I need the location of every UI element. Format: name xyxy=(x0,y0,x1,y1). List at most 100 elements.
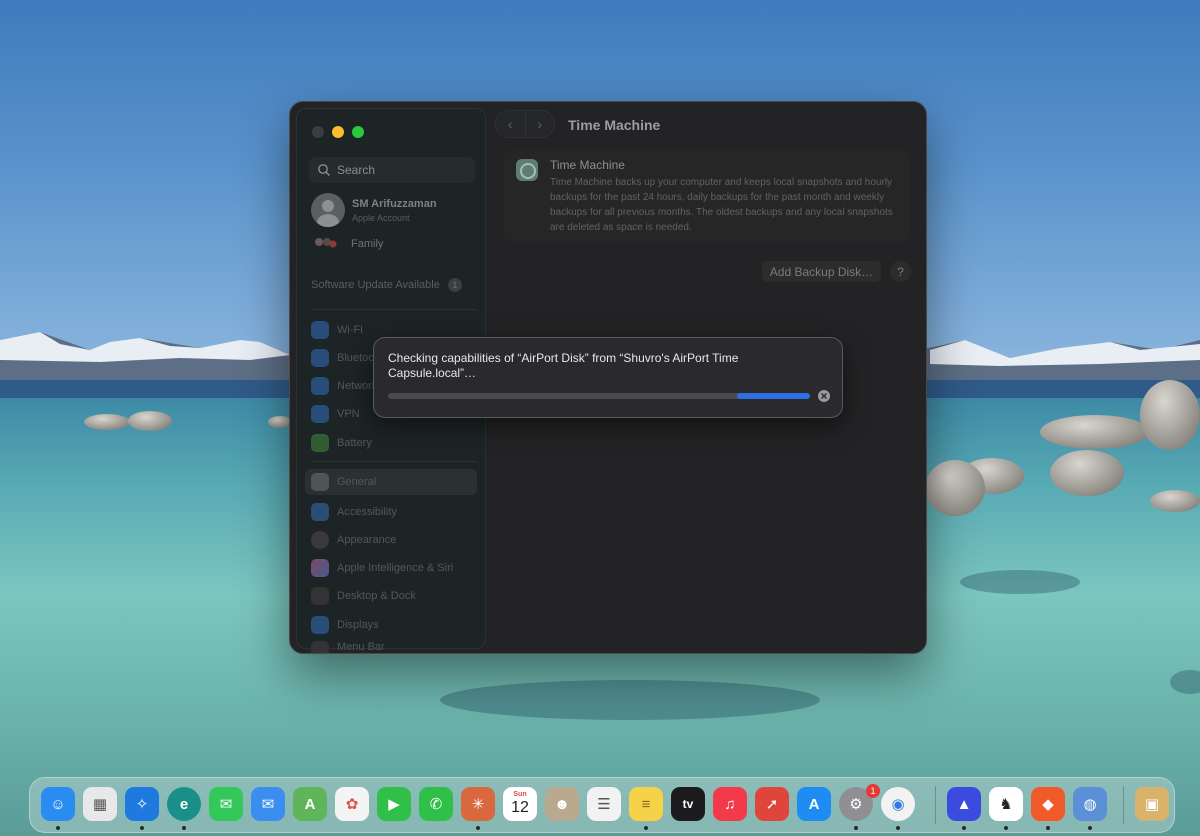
rock xyxy=(1150,490,1200,512)
sidebar-item-accessibility[interactable]: Accessibility xyxy=(311,501,481,523)
maps-icon[interactable]: A xyxy=(293,787,327,821)
tv-label: tv xyxy=(682,797,694,811)
card-title: Time Machine xyxy=(550,158,625,172)
search-input[interactable]: Search xyxy=(309,157,475,183)
sidebar-item-label: Accessibility xyxy=(337,506,397,518)
ollama-icon[interactable]: ♞ xyxy=(989,787,1023,821)
photos-icon[interactable]: ✿ xyxy=(335,787,369,821)
zoom-window-button[interactable] xyxy=(352,126,364,138)
apple-tv-icon[interactable]: tv xyxy=(671,787,705,821)
accessibility-icon xyxy=(311,503,329,521)
facetime-icon[interactable]: ▶ xyxy=(377,787,411,821)
family-label: Family xyxy=(351,238,384,250)
sidebar-item-label: Wi-Fi xyxy=(337,324,363,336)
messages-icon[interactable]: ✉ xyxy=(209,787,243,821)
network-icon xyxy=(311,377,329,395)
wifi-icon xyxy=(311,321,329,339)
running-indicator xyxy=(854,826,858,830)
sidebar-item-label: Battery xyxy=(337,437,372,449)
sidebar-item-label: Apple Intelligence & Siri xyxy=(337,562,454,574)
add-backup-disk-button[interactable]: Add Backup Disk… xyxy=(762,261,881,282)
divider xyxy=(311,309,477,310)
cancel-icon[interactable] xyxy=(818,390,830,402)
update-count-badge: 1 xyxy=(447,278,462,292)
running-indicator xyxy=(56,826,60,830)
sidebar-item-label: Displays xyxy=(337,619,379,631)
running-indicator xyxy=(1004,826,1008,830)
software-update-item[interactable]: Software Update Available 1 xyxy=(311,278,462,292)
progress-dialog: Checking capabilities of “AirPort Disk” … xyxy=(373,337,843,418)
chrome-icon[interactable]: ◉ xyxy=(881,787,915,821)
running-indicator xyxy=(182,826,186,830)
notes-icon[interactable]: ≡ xyxy=(629,787,663,821)
contacts-icon[interactable]: ☻ xyxy=(545,787,579,821)
sidebar-item-apple-intelligence[interactable]: Apple Intelligence & Siri xyxy=(311,557,481,579)
mail-icon[interactable]: ✉ xyxy=(251,787,285,821)
page-title: Time Machine xyxy=(568,117,661,133)
safari-icon[interactable]: ✧ xyxy=(125,787,159,821)
progress-bar xyxy=(388,393,810,399)
account-name: SM Arifuzzaman xyxy=(352,197,437,210)
appearance-icon xyxy=(311,531,329,549)
gear-icon xyxy=(311,473,329,491)
sidebar-item-appearance[interactable]: Appearance xyxy=(311,529,481,551)
display-icon xyxy=(311,616,329,634)
sidebar-item-battery[interactable]: Battery xyxy=(311,432,481,454)
running-indicator xyxy=(1088,826,1092,830)
bluetooth-icon xyxy=(311,349,329,367)
sidebar-item-general[interactable]: General xyxy=(305,469,477,495)
dock: ☺ ▦ ✧ e ✉ ✉ A ✿ ▶ ✆ ✳ Sun 12 ☻ ☰ ≡ tv ♫ … xyxy=(29,777,1175,833)
underwater-rock xyxy=(960,570,1080,594)
rocket-icon[interactable]: ➚ xyxy=(755,787,789,821)
edge-icon[interactable]: e xyxy=(167,787,201,821)
notification-badge: 1 xyxy=(866,784,880,798)
archive-icon[interactable]: ▣ xyxy=(1135,787,1169,821)
running-indicator xyxy=(896,826,900,830)
back-button[interactable]: ‹ xyxy=(496,111,526,137)
dock-separator xyxy=(935,786,936,824)
proton-vpn-icon[interactable]: ▲ xyxy=(947,787,981,821)
menu-bar-icon xyxy=(311,641,329,653)
rock xyxy=(84,414,130,430)
progress-indicator xyxy=(737,393,810,399)
sidebar-item-menu-bar[interactable]: Menu Bar xyxy=(311,641,481,653)
close-window-button[interactable] xyxy=(312,126,324,138)
calendar-icon[interactable]: Sun 12 xyxy=(503,787,537,821)
running-indicator xyxy=(476,826,480,830)
running-indicator xyxy=(140,826,144,830)
phone-icon[interactable]: ✆ xyxy=(419,787,453,821)
sidebar-item-label: Desktop & Dock xyxy=(337,590,416,602)
minimize-window-button[interactable] xyxy=(332,126,344,138)
divider xyxy=(311,461,477,462)
search-icon xyxy=(318,164,330,176)
sidebar-item-label: Appearance xyxy=(337,534,397,546)
forward-button[interactable]: › xyxy=(526,111,555,137)
dock-separator xyxy=(1123,786,1124,824)
sidebar-item-displays[interactable]: Displays xyxy=(311,614,481,636)
dock-icon xyxy=(311,587,329,605)
launchpad-icon[interactable]: ▦ xyxy=(83,787,117,821)
rock xyxy=(128,411,172,431)
avatar xyxy=(311,193,345,227)
rock xyxy=(925,460,985,516)
app-store-icon[interactable]: A xyxy=(797,787,831,821)
family-item[interactable]: Family xyxy=(313,236,383,252)
card-description: Time Machine backs up your computer and … xyxy=(550,177,893,233)
family-icon xyxy=(315,238,337,248)
finder-icon[interactable]: ☺ xyxy=(41,787,75,821)
sidebar-item-label: Network xyxy=(337,380,378,392)
sidebar-item-desktop-dock[interactable]: Desktop & Dock xyxy=(311,585,481,607)
running-indicator xyxy=(1046,826,1050,830)
battery-icon xyxy=(311,434,329,452)
claude-icon[interactable]: ✳ xyxy=(461,787,495,821)
reminders-icon[interactable]: ☰ xyxy=(587,787,621,821)
brave-icon[interactable]: ◆ xyxy=(1031,787,1065,821)
rock xyxy=(1040,415,1150,449)
sidebar-item-label: Menu Bar xyxy=(337,641,385,653)
apple-account-item[interactable]: SM Arifuzzaman Apple Account xyxy=(311,193,437,227)
disk-utility-icon[interactable]: ◍ xyxy=(1073,787,1107,821)
help-button[interactable]: ? xyxy=(890,261,911,282)
sidebar-item-label: General xyxy=(337,476,377,488)
time-machine-icon xyxy=(516,159,538,181)
music-icon[interactable]: ♫ xyxy=(713,787,747,821)
